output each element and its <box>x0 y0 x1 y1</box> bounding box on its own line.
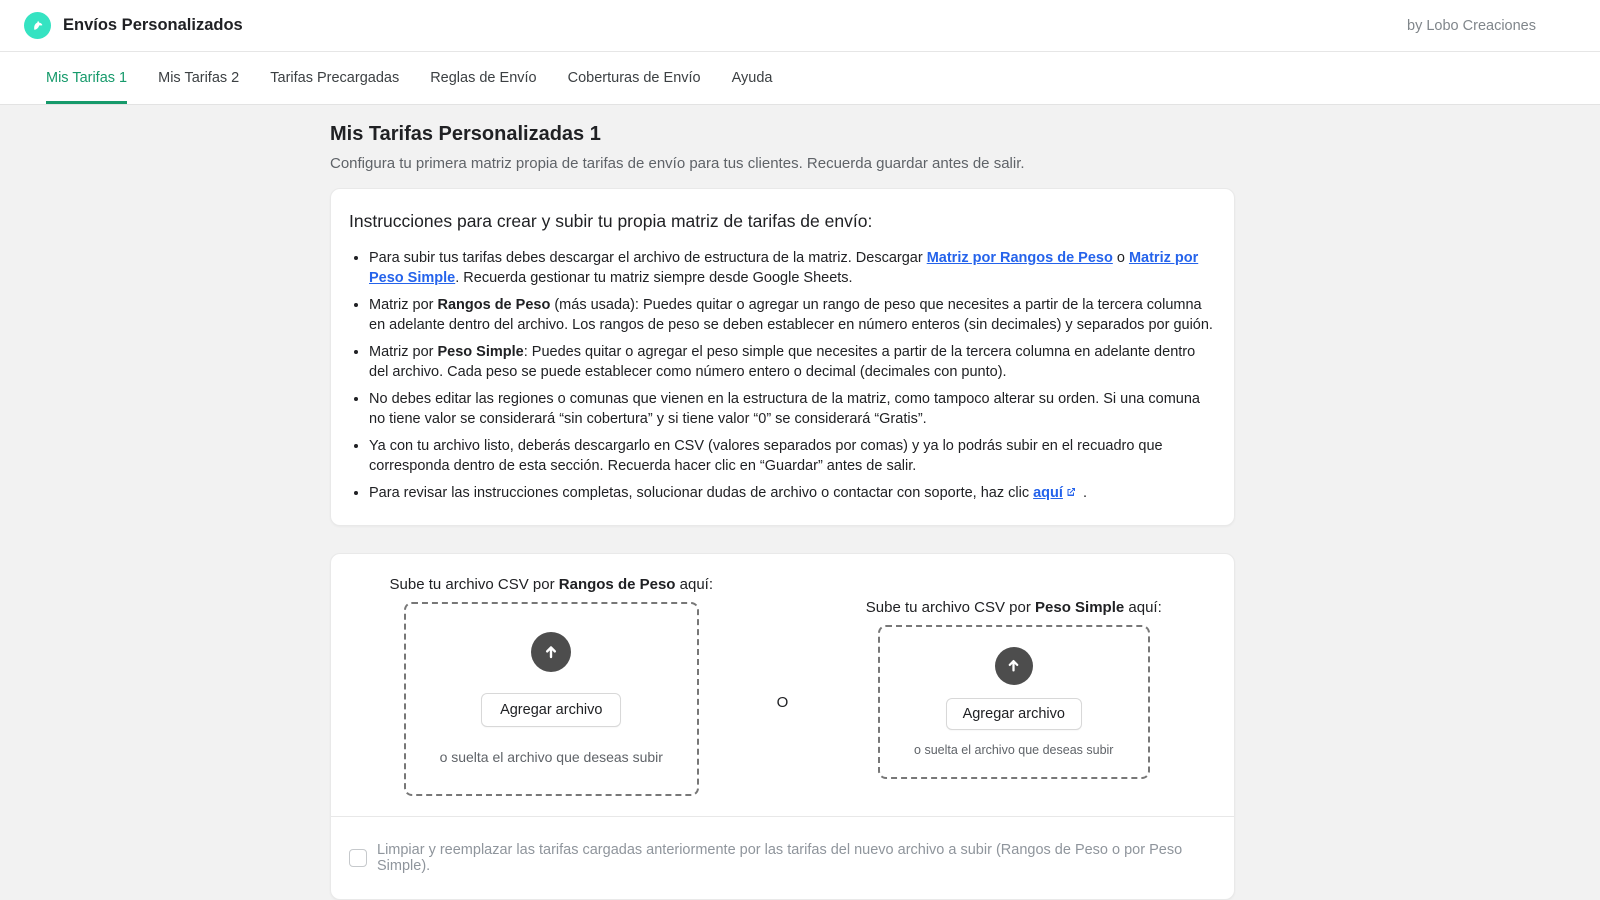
instruction-item-no-editar: No debes editar las regiones o comunas q… <box>369 390 1216 429</box>
instruction-item-soporte: Para revisar las instrucciones completas… <box>369 484 1216 505</box>
text-segment: Peso Simple <box>1035 598 1125 616</box>
drop-hint-rangos: o suelta el archivo que deseas subir <box>439 749 663 765</box>
upload-zone-rangos: Sube tu archivo CSV por Rangos de Peso a… <box>349 576 754 796</box>
text-segment: Sube tu archivo CSV por <box>865 598 1036 616</box>
drop-hint-peso-simple: o suelta el archivo que deseas subir <box>914 742 1114 757</box>
text-segment: Para revisar las instrucciones completas… <box>369 485 1034 501</box>
upload-heading-peso-simple: Sube tu archivo CSV por Peso Simple aquí… <box>866 599 1162 616</box>
text-segment: aquí: <box>1124 598 1162 616</box>
upload-card: Sube tu archivo CSV por Rangos de Peso a… <box>330 552 1235 900</box>
text-segment: Rangos de Peso <box>437 297 551 313</box>
tab-coberturas-de-envio[interactable]: Coberturas de Envío <box>568 52 701 104</box>
tab-ayuda[interactable]: Ayuda <box>732 52 773 104</box>
text-segment: Sube tu archivo CSV por <box>389 575 559 593</box>
tab-mis-tarifas-2[interactable]: Mis Tarifas 2 <box>158 52 239 104</box>
upload-row: Sube tu archivo CSV por Rangos de Peso a… <box>331 554 1234 816</box>
page-title: Mis Tarifas Personalizadas 1 <box>330 123 601 145</box>
text-segment: Rangos de Peso <box>558 575 676 593</box>
app-header: Envíos Personalizados by Lobo Creaciones <box>0 0 1600 52</box>
text-segment: Matriz por <box>369 297 438 313</box>
instruction-item-download: Para subir tus tarifas debes descargar e… <box>369 249 1216 288</box>
replace-checkbox-label: Limpiar y reemplazar las tarifas cargada… <box>377 841 1183 874</box>
instructions-heading: Instrucciones para crear y subir tu prop… <box>349 211 873 231</box>
external-link-icon <box>1065 485 1077 505</box>
upload-zone-peso-simple: Sube tu archivo CSV por Peso Simple aquí… <box>812 599 1217 779</box>
text-segment: . <box>1078 485 1087 501</box>
dropzone-rangos[interactable]: Agregar archivo o suelta el archivo que … <box>403 601 699 796</box>
text-segment: Matriz por <box>369 344 438 360</box>
text-segment: Para subir tus tarifas debes descargar e… <box>369 250 927 266</box>
text-segment: No debes editar las regiones o comunas q… <box>369 391 1200 427</box>
tabbar: Mis Tarifas 1 Mis Tarifas 2 Tarifas Prec… <box>0 52 1600 105</box>
text-segment: . Recuerda gestionar tu matriz siempre d… <box>455 269 853 286</box>
text-segment: Ya con tu archivo listo, deberás descarg… <box>369 438 1163 474</box>
inline-link[interactable]: Matriz por Rangos de Peso <box>927 250 1113 266</box>
text-segment: aquí: <box>675 575 713 593</box>
instruction-item-csv: Ya con tu archivo listo, deberás descarg… <box>369 437 1216 476</box>
page-subtitle: Configura tu primera matriz propia de ta… <box>330 155 1025 172</box>
text-segment: Peso Simple <box>437 344 524 360</box>
or-separator: O <box>776 693 789 711</box>
instruction-item-peso-simple: Matriz por Peso Simple: Puedes quitar o … <box>369 343 1216 382</box>
replace-row: Limpiar y reemplazar las tarifas cargada… <box>331 815 1234 899</box>
tab-tarifas-precargadas[interactable]: Tarifas Precargadas <box>270 52 399 104</box>
replace-checkbox[interactable] <box>349 848 367 867</box>
text-segment: o <box>1112 250 1129 266</box>
upload-arrow-icon <box>994 646 1033 685</box>
byline: by Lobo Creaciones <box>1407 17 1536 34</box>
upload-heading-rangos: Sube tu archivo CSV por Rangos de Peso a… <box>390 576 714 593</box>
add-file-button-peso-simple[interactable]: Agregar archivo <box>945 697 1082 730</box>
tab-mis-tarifas-1[interactable]: Mis Tarifas 1 <box>46 52 128 104</box>
instructions-list: Para subir tus tarifas debes descargar e… <box>369 249 1216 505</box>
upload-arrow-icon <box>531 632 572 672</box>
dropzone-peso-simple[interactable]: Agregar archivo o suelta el archivo que … <box>877 624 1150 779</box>
app-title: Envíos Personalizados <box>63 16 243 34</box>
tab-reglas-de-envio[interactable]: Reglas de Envío <box>430 52 536 104</box>
instruction-item-rangos: Matriz por Rangos de Peso (más usada): P… <box>369 296 1216 335</box>
add-file-button-rangos[interactable]: Agregar archivo <box>481 693 622 727</box>
instructions-card: Instrucciones para crear y subir tu prop… <box>330 188 1235 526</box>
wolf-logo-icon <box>24 12 51 39</box>
page-content: Mis Tarifas Personalizadas 1 Configura t… <box>330 105 1235 900</box>
inline-link[interactable]: aquí <box>1033 485 1063 501</box>
